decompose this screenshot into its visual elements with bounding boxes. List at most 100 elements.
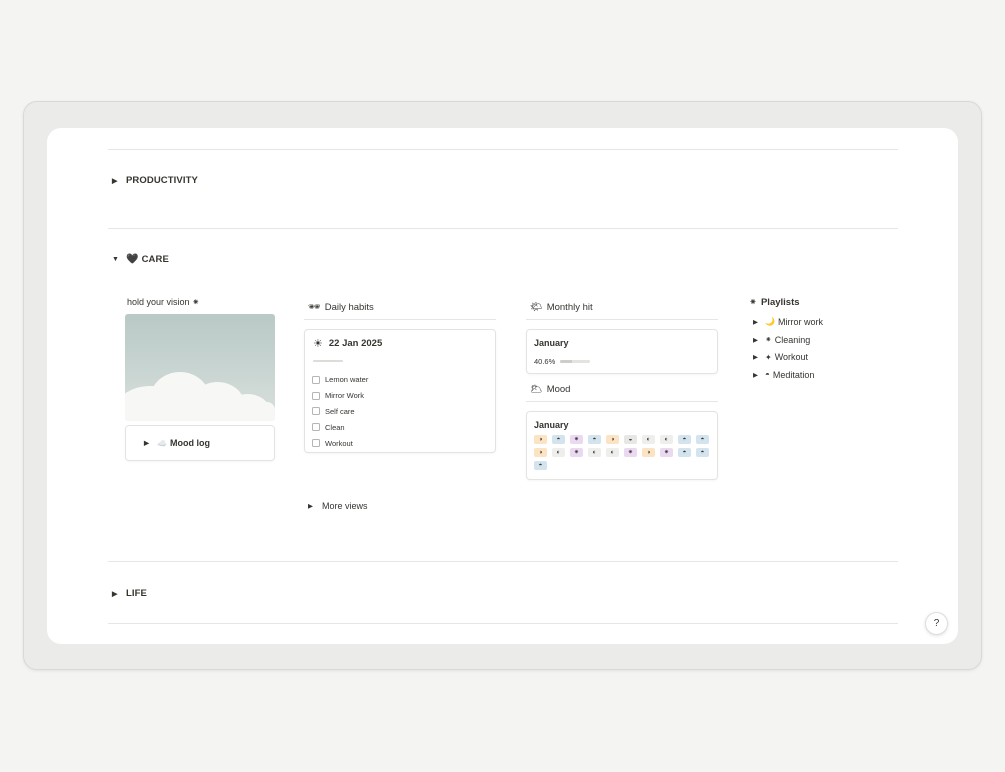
mood-chip[interactable]: ◓	[696, 448, 709, 457]
triangle-right-icon: ▶	[308, 503, 313, 510]
more-views-label: More views	[322, 501, 368, 511]
playlist-item-meditation[interactable]: ▶ ◓ Meditation	[753, 366, 823, 384]
playlist-list: ▶ 🌙 Mirror work ▶ ⁕ Cleaning ▶ ✦ Workout ▶ ◓ Med…	[753, 313, 823, 384]
divider	[304, 319, 496, 320]
vision-label: hold your vision ⁕	[127, 297, 200, 307]
habit-label: Clean	[325, 422, 345, 432]
divider	[108, 149, 898, 150]
checkbox[interactable]	[312, 375, 320, 384]
monthly-hit-heading[interactable]: 🌤 Monthly hit	[530, 302, 593, 313]
mood-chip[interactable]: ⁕	[570, 435, 583, 444]
sun-behind-cloud-icon: 🌤	[530, 302, 543, 313]
mood-chip[interactable]: ◑	[534, 435, 547, 444]
triangle-right-icon: ▶	[753, 371, 758, 379]
mood-chip[interactable]: ◓	[696, 435, 709, 444]
mood-chip[interactable]: ◑	[642, 448, 655, 457]
section-care-toggle[interactable]: ▼ 🖤 CARE	[112, 254, 169, 265]
habit-label: Self care	[325, 406, 355, 416]
playlist-item-mirror-work[interactable]: ▶ 🌙 Mirror work	[753, 313, 823, 331]
progress-bar-fill	[560, 360, 573, 363]
playlists-heading-label: Playlists	[760, 297, 800, 308]
mood-chip[interactable]: ⁕	[570, 448, 583, 457]
habit-label: Mirror Work	[325, 391, 365, 401]
mood-chip[interactable]: ⁕	[624, 448, 637, 457]
section-life-toggle[interactable]: ▶ LIFE	[112, 588, 147, 599]
playlist-label: Meditation	[772, 369, 815, 380]
mood-chip[interactable]: ◑	[606, 435, 619, 444]
daily-habits-heading-label: Daily habits	[324, 302, 374, 313]
playlists-heading[interactable]: ⁕ Playlists	[749, 297, 800, 308]
page-content: ▶ PRODUCTIVITY ▼ 🖤 CARE hold your vision…	[47, 128, 958, 644]
vision-cloud-image[interactable]	[125, 314, 275, 421]
mood-log-toggle[interactable]: ▶ ☁️ Mood log	[125, 425, 275, 461]
mood-chip[interactable]: ◓	[588, 435, 601, 444]
habit-progress-bar	[313, 360, 343, 362]
checkbox[interactable]	[312, 439, 320, 448]
half-circle-icon: ◓	[765, 370, 770, 380]
triangle-right-icon: ▶	[753, 354, 758, 362]
triangle-right-icon: ▶	[753, 336, 758, 344]
triangle-down-icon: ▼	[112, 256, 120, 263]
section-productivity-label: PRODUCTIVITY	[126, 175, 198, 186]
mood-chip[interactable]: ◐	[588, 448, 601, 457]
monthly-hit-percent: 40.6%	[534, 357, 556, 366]
more-views-toggle[interactable]: ▶ More views	[308, 501, 368, 511]
playlist-label: Cleaning	[774, 334, 811, 345]
divider	[108, 561, 898, 562]
mood-chip[interactable]: ◓	[678, 448, 691, 457]
moon-icon: 🌙	[765, 317, 775, 327]
habit-item[interactable]: Mirror Work	[312, 388, 368, 404]
progress-bar	[560, 360, 591, 363]
playlist-item-cleaning[interactable]: ▶ ⁕ Cleaning	[753, 331, 823, 349]
habit-item[interactable]: Self care	[312, 404, 368, 420]
habit-item[interactable]: Lemon water	[312, 372, 368, 388]
sun-icon: ☀	[313, 338, 323, 350]
habit-item[interactable]: Clean	[312, 419, 368, 435]
divider	[526, 401, 718, 402]
section-productivity-toggle[interactable]: ▶ PRODUCTIVITY	[112, 175, 198, 186]
mood-chip[interactable]: ◓	[678, 435, 691, 444]
asterisk-icon: ⁕	[765, 335, 772, 345]
section-care-label: CARE	[141, 254, 169, 265]
mood-chip[interactable]: ◐	[642, 435, 655, 444]
mood-chip[interactable]: ◑	[534, 448, 547, 457]
mood-chip[interactable]: ◒	[624, 435, 637, 444]
playlist-label: Mirror work	[777, 316, 823, 327]
habit-item[interactable]: Workout	[312, 435, 368, 451]
asterisk-icon: ⁕	[749, 297, 757, 308]
mood-chip[interactable]: ⁕	[660, 448, 673, 457]
section-life-label: LIFE	[126, 588, 147, 599]
triangle-right-icon: ▶	[112, 590, 118, 598]
habit-label: Lemon water	[325, 375, 369, 385]
mood-grid: ◑ ◓ ⁕ ◓ ◑ ◒ ◐ ◐ ◓ ◓ ◑ ◐ ⁕ ◐ ◐ ⁕ ◑ ⁕ ◓ ◓ ◓	[534, 435, 718, 470]
heart-icon: 🖤	[126, 254, 139, 265]
checkbox[interactable]	[312, 391, 320, 400]
triangle-right-icon: ▶	[112, 177, 118, 185]
habit-checklist: Lemon water Mirror Work Self care Clean …	[312, 372, 368, 451]
mood-heading[interactable]: 🌥 Mood	[530, 384, 570, 395]
monthly-hit-progress: 40.6%	[534, 357, 591, 366]
mood-chip[interactable]: ◐	[660, 435, 673, 444]
mood-card[interactable]: January ◑ ◓ ⁕ ◓ ◑ ◒ ◐ ◐ ◓ ◓ ◑ ◐ ⁕ ◐ ◐ ⁕ ◑ ⁕ ◓ ◓ ◓	[526, 411, 718, 480]
divider	[108, 623, 898, 624]
sparkle-icon: ✦	[765, 352, 772, 362]
monthly-hit-month: January	[534, 338, 569, 348]
mood-chip[interactable]: ◐	[606, 448, 619, 457]
playlist-label: Workout	[774, 352, 809, 363]
mood-chip[interactable]: ◓	[552, 435, 565, 444]
daily-habits-card[interactable]: ☀ 22 Jan 2025 Lemon water Mirror Work Se…	[304, 329, 496, 453]
checkbox[interactable]	[312, 423, 320, 432]
playlist-item-workout[interactable]: ▶ ✦ Workout	[753, 348, 823, 366]
mood-heading-label: Mood	[546, 384, 571, 395]
mood-chip[interactable]: ◓	[534, 461, 547, 470]
monthly-hit-card[interactable]: January 40.6%	[526, 329, 718, 374]
help-button[interactable]: ?	[925, 612, 948, 635]
divider	[108, 228, 898, 229]
mood-month: January	[534, 420, 569, 430]
daily-habits-heading[interactable]: 🕶 Daily habits	[308, 302, 374, 313]
cloud-sun-icon: 🌥	[530, 384, 543, 395]
habit-date: ☀ 22 Jan 2025	[313, 337, 382, 350]
triangle-right-icon: ▶	[144, 440, 149, 447]
mood-chip[interactable]: ◐	[552, 448, 565, 457]
checkbox[interactable]	[312, 407, 320, 416]
